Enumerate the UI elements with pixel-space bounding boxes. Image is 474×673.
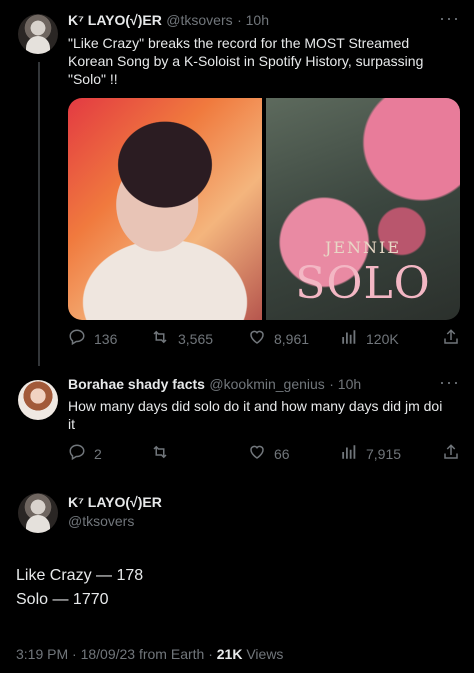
like-count: 8,961 (274, 330, 310, 347)
views-button[interactable]: 7,915 (340, 443, 436, 464)
retweet-button[interactable] (150, 443, 248, 464)
tweet-actions: 2 66 7,915 (68, 443, 460, 464)
handle[interactable]: @tksovers (166, 12, 232, 28)
share-button[interactable] (442, 328, 460, 349)
reply-count: 2 (94, 445, 102, 462)
photo-left[interactable] (68, 98, 262, 320)
like-button[interactable]: 8,961 (248, 328, 340, 349)
album-artist: JENNIE (324, 238, 402, 257)
like-icon (248, 328, 266, 349)
share-icon (442, 443, 460, 464)
more-icon[interactable]: ··· (439, 372, 460, 393)
display-name[interactable]: K⁷ LAYO(√)ER (68, 494, 162, 510)
avatar[interactable] (18, 380, 58, 420)
tweet-header: K⁷ LAYO(√)ER @tksovers · 10h (68, 12, 269, 30)
reply-icon (68, 328, 86, 349)
tweet-text: How many days did solo do it and how man… (68, 398, 443, 432)
tweet-header: Borahae shady facts @kookmin_genius · 10… (68, 376, 361, 394)
display-name[interactable]: Borahae shady facts (68, 376, 205, 392)
text-line: Solo — 1770 (16, 591, 109, 608)
retweet-button[interactable]: 3,565 (150, 328, 248, 349)
tweet-media[interactable]: JENNIE SOLO (68, 98, 460, 320)
like-icon (248, 443, 266, 464)
timestamp[interactable]: · 10h (237, 12, 269, 28)
author-block: K⁷ LAYO(√)ER @tksovers (68, 494, 162, 529)
text-line: Like Crazy — 178 (16, 567, 144, 584)
views-icon (340, 443, 358, 464)
album-title: SOLO (295, 258, 431, 309)
display-name[interactable]: K⁷ LAYO(√)ER (68, 12, 162, 28)
like-count: 66 (274, 445, 290, 462)
views-button[interactable]: 120K (340, 328, 436, 349)
tweet-footer: 3:19 PM · 18/09/23 from Earth · 21K View… (16, 646, 283, 662)
handle[interactable]: @tksovers (68, 513, 162, 529)
views-count: 7,915 (366, 445, 402, 462)
share-button[interactable] (442, 443, 460, 464)
avatar[interactable] (18, 493, 58, 533)
share-icon (442, 328, 460, 349)
avatar[interactable] (18, 14, 58, 54)
like-button[interactable]: 66 (248, 443, 340, 464)
views-count: 120K (366, 330, 399, 347)
more-icon[interactable]: ··· (439, 8, 460, 29)
retweet-count: 3,565 (178, 330, 214, 347)
views-label: Views (242, 646, 284, 662)
retweet-icon (150, 443, 170, 464)
retweet-icon (150, 328, 170, 349)
reply-icon (68, 443, 86, 464)
reply-button[interactable]: 2 (68, 443, 150, 464)
thread-line (38, 62, 40, 366)
timestamp[interactable]: · 10h (329, 376, 361, 392)
tweet-actions: 136 3,565 8,961 120K (68, 328, 460, 349)
main-tweet-text: Like Crazy — 178 Solo — 1770 (16, 564, 143, 612)
views-total: 21K (216, 646, 243, 662)
tweet-text: "Like Crazy" breaks the record for the M… (68, 35, 424, 87)
handle[interactable]: @kookmin_genius (209, 376, 324, 392)
reply-button[interactable]: 136 (68, 328, 150, 349)
views-icon (340, 328, 358, 349)
post-time[interactable]: 3:19 PM · 18/09/23 from Earth · (16, 646, 217, 662)
photo-right[interactable]: JENNIE SOLO (266, 98, 460, 320)
reply-count: 136 (94, 330, 118, 347)
